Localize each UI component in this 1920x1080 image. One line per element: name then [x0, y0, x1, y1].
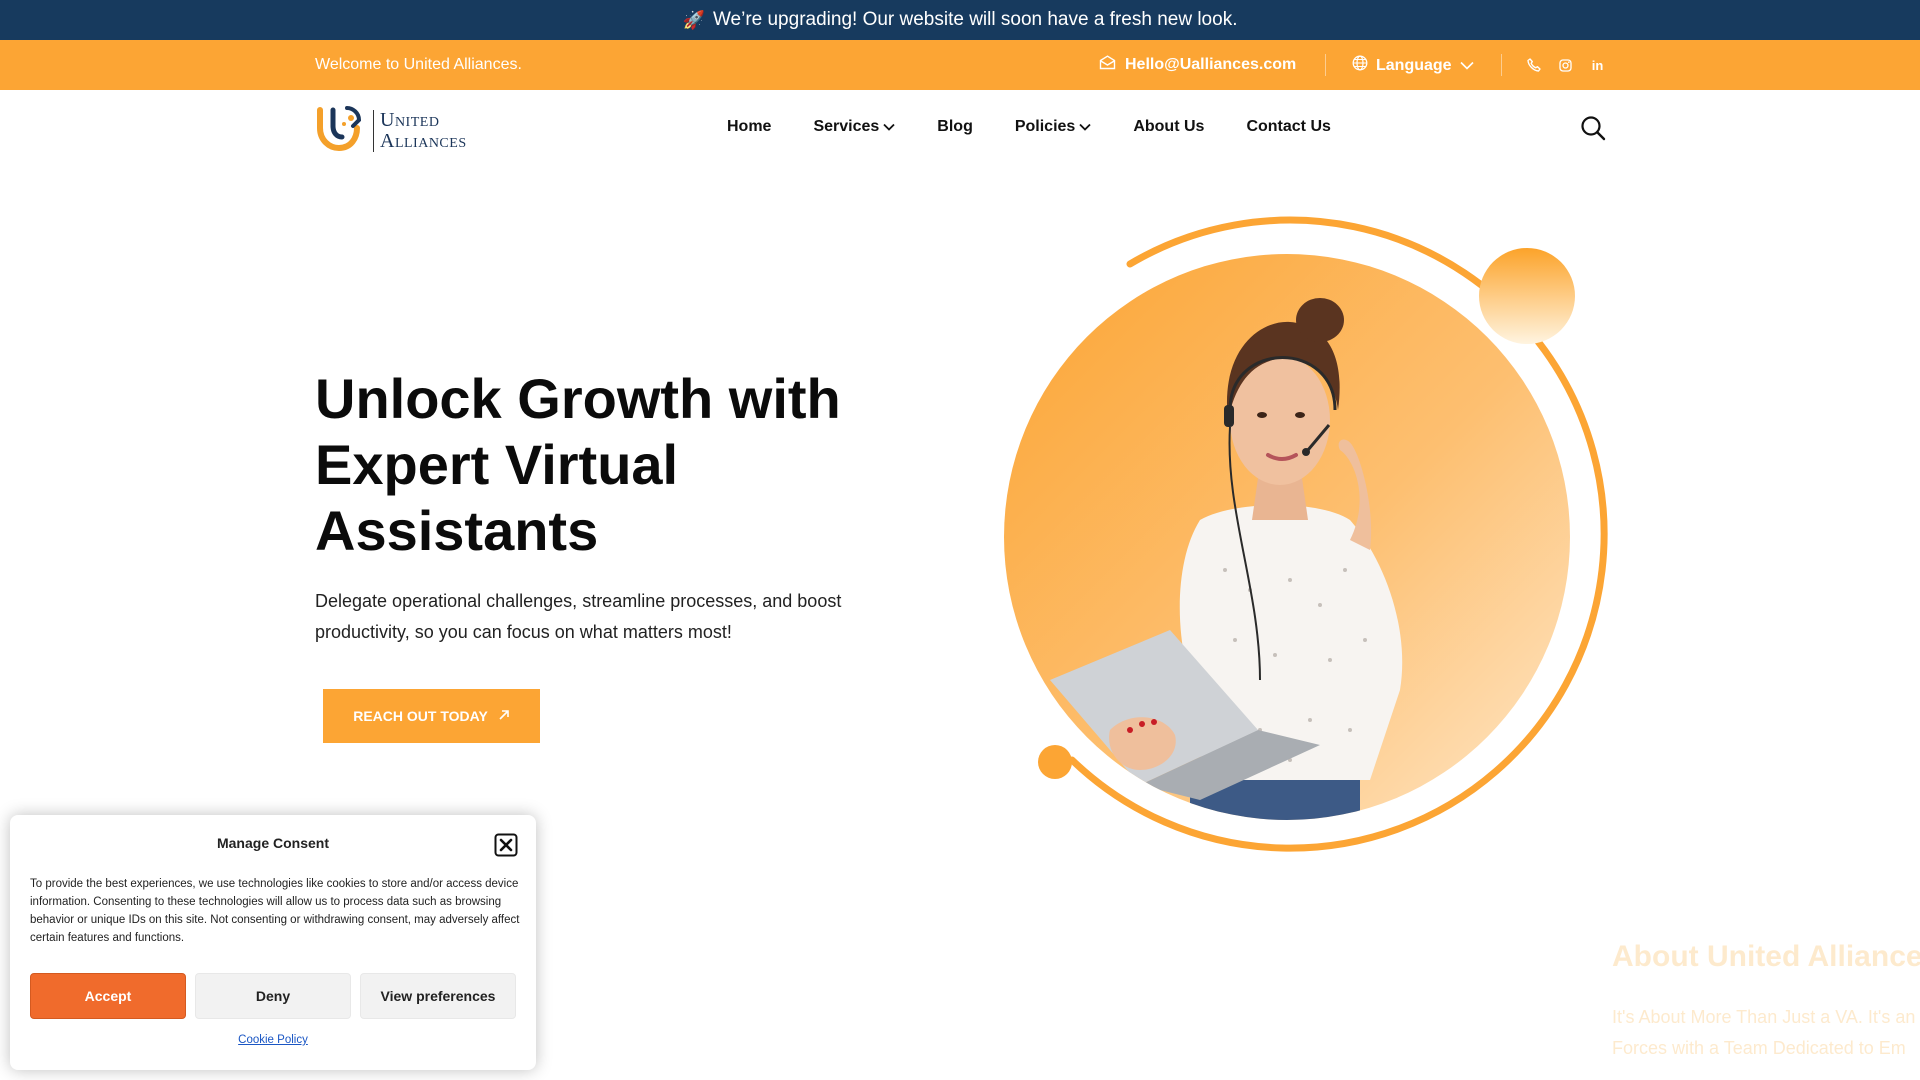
envelope-icon — [1099, 55, 1116, 75]
chevron-down-icon — [883, 118, 895, 136]
divider — [1501, 54, 1502, 76]
about-preview: About United Alliances It's About More T… — [1612, 940, 1920, 1064]
nav-contact-us[interactable]: Contact Us — [1246, 118, 1330, 136]
hero-title: Unlock Growth with Expert Virtual Assist… — [315, 367, 841, 562]
nav-label: Policies — [1014, 118, 1076, 135]
close-icon[interactable] — [494, 833, 518, 857]
language-label: Language — [1376, 56, 1452, 74]
site-logo[interactable]: United Alliances — [315, 104, 467, 157]
arrow-up-right-icon — [498, 708, 510, 724]
logo-text: United Alliances — [373, 108, 467, 152]
nav-label: About Us — [1133, 118, 1205, 135]
main-nav: Home Services Blog Policies About Us Con… — [727, 118, 1331, 136]
phone-icon[interactable] — [1526, 55, 1541, 75]
logo-mark-icon — [315, 104, 367, 157]
accept-button[interactable]: Accept — [30, 973, 186, 1019]
nav-label: Contact Us — [1246, 118, 1331, 135]
top-info-bar: Welcome to United Alliances. Hello@Ualli… — [0, 40, 1920, 90]
social-links: in — [1526, 55, 1605, 75]
consent-title: Manage Consent — [216, 835, 329, 851]
language-selector[interactable]: Language — [1352, 55, 1474, 76]
chevron-down-icon — [1459, 57, 1474, 75]
announcement-text: We’re upgrading! Our website will soon h… — [712, 9, 1238, 30]
welcome-text: Welcome to United Alliances. — [315, 56, 522, 73]
nav-services[interactable]: Services — [813, 118, 895, 136]
announcement-bar: 🚀 We’re upgrading! Our website will soon… — [0, 0, 1920, 40]
about-title: About United Alliances — [1612, 940, 1920, 973]
hero-illustration — [990, 210, 1630, 870]
rocket-icon: 🚀 — [682, 9, 705, 30]
deny-button[interactable]: Deny — [195, 973, 351, 1019]
logo-line-2: Alliances — [380, 129, 467, 152]
search-icon[interactable] — [1580, 115, 1606, 141]
about-line-1: It's About More Than Just a VA. It's an — [1612, 1007, 1916, 1027]
cta-label: REACH OUT TODAY — [353, 708, 488, 724]
nav-home[interactable]: Home — [727, 118, 771, 136]
linkedin-icon[interactable]: in — [1590, 55, 1605, 75]
chevron-down-icon — [1079, 118, 1091, 136]
consent-modal: Manage Consent To provide the best exper… — [10, 815, 536, 1070]
divider — [1325, 54, 1326, 76]
reach-out-button[interactable]: REACH OUT TODAY — [323, 689, 540, 743]
instagram-icon[interactable] — [1558, 55, 1573, 75]
nav-label: Blog — [937, 118, 973, 135]
nav-label: Home — [727, 118, 772, 135]
nav-policies[interactable]: Policies — [1015, 118, 1091, 136]
consent-text: To provide the best experiences, we use … — [30, 878, 520, 944]
about-line-2: Forces with a Team Dedicated to Em — [1612, 1038, 1906, 1058]
view-preferences-button[interactable]: View preferences — [360, 973, 516, 1019]
hero-description: Delegate operational challenges, streaml… — [315, 591, 842, 642]
email-text: Hello@Ualliances.com — [1125, 56, 1297, 73]
nav-about-us[interactable]: About Us — [1133, 118, 1204, 136]
nav-blog[interactable]: Blog — [937, 118, 973, 136]
email-link[interactable]: Hello@Ualliances.com — [1099, 55, 1296, 75]
globe-icon — [1352, 55, 1368, 76]
logo-line-1: United — [380, 108, 440, 131]
nav-label: Services — [813, 118, 880, 135]
cookie-policy-link[interactable]: Cookie Policy — [10, 1034, 536, 1046]
